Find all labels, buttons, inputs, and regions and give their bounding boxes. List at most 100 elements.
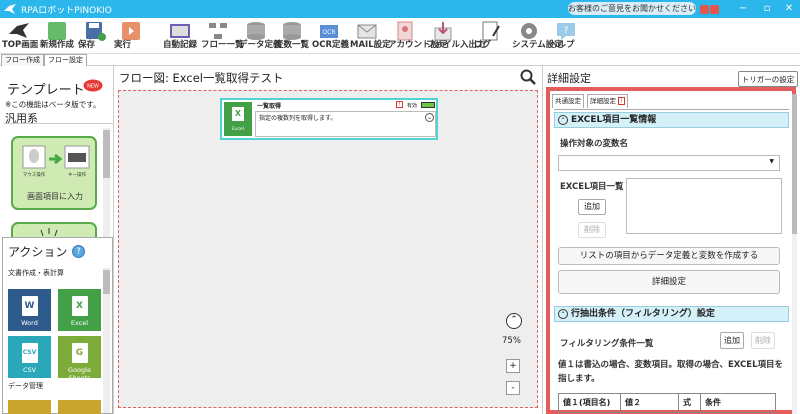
search-icon[interactable] xyxy=(520,69,536,85)
trigger-settings-button[interactable]: トリガーの設定 xyxy=(738,71,798,87)
flow-canvas[interactable]: X Excel 一覧取得 ! 有効 指定の複数列を取得します。 ⌄ ⌃ 75% … xyxy=(118,90,538,408)
action-section-data: データ管理 xyxy=(8,382,43,390)
tab-flow-create[interactable]: フロー作成 xyxy=(1,54,44,66)
excel-icon: X xyxy=(71,296,88,316)
action-tile-excel[interactable]: X Excel xyxy=(58,289,101,331)
action-tile-partial[interactable] xyxy=(8,400,51,414)
app-title: RPAロボットPINOKIO xyxy=(21,6,112,16)
thumbs-icon[interactable] xyxy=(699,2,721,16)
highlight-frame: 共通設定 詳細設定 ! ⌃ EXCEL項目一覧情報 操作対象の変数名 ▼ EXC… xyxy=(546,87,797,414)
section-row-filter[interactable]: ⌃ 行抽出条件（フィルタリング）設定 xyxy=(554,306,789,322)
toolbar-flow-list-button[interactable]: フロー一覧 xyxy=(201,19,244,53)
action-tile-label: Excel xyxy=(70,319,89,327)
toolbar-label: OCR定義 xyxy=(312,40,350,50)
filter-table: 値１(項目名) 値２ 式 条件 xyxy=(558,393,776,413)
toolbar-save-button[interactable]: 保存 xyxy=(78,19,112,53)
detail-settings-button[interactable]: 詳細設定 xyxy=(558,270,780,294)
csv-icon: CSV xyxy=(21,343,38,363)
tab-detail-settings[interactable]: 詳細設定 ! xyxy=(587,94,629,108)
flow-node-excel[interactable]: X Excel 一覧取得 ! 有効 指定の複数列を取得します。 ⌄ xyxy=(220,98,438,140)
toolbar-account-button[interactable]: アカウント設定 xyxy=(388,19,448,53)
warning-icon: ! xyxy=(396,101,403,108)
action-tile-partial[interactable] xyxy=(58,400,101,414)
pinokio-logo-icon xyxy=(4,4,16,14)
zoom-out-button[interactable]: - xyxy=(506,381,520,395)
items-delete-button[interactable]: 削除 xyxy=(578,222,606,238)
toolbar-run-button[interactable]: 実行 xyxy=(114,19,148,53)
toolbar-label: ログ xyxy=(474,40,492,50)
file-io-icon xyxy=(434,22,452,41)
ocr-icon: OCR xyxy=(320,25,338,38)
toolbar-file-io-button[interactable]: ファイル入出力 xyxy=(426,19,486,53)
create-from-list-button[interactable]: リストの項目からデータ定義と変数を作成する xyxy=(558,247,780,265)
table-header: 値２ xyxy=(621,394,679,412)
zoom-level: 75% xyxy=(502,336,521,346)
chevron-up-icon[interactable]: ⌃ xyxy=(558,309,568,319)
beta-note: ※この機能はベータ版です。 xyxy=(5,100,101,109)
toolbar-label: 保存 xyxy=(78,40,96,50)
detail-pane: 詳細設定 トリガーの設定 共通設定 詳細設定 ! ⌃ EXCEL項目一覧情報 操… xyxy=(542,66,800,414)
node-icon-label: Excel xyxy=(232,127,244,132)
help-icon: ? xyxy=(557,23,575,40)
template-card-caption: 画面項目に入力 xyxy=(27,192,83,201)
detail-scrollbar[interactable] xyxy=(792,94,797,414)
svg-text:?: ? xyxy=(564,26,569,36)
toolbar-system-settings-button[interactable]: システム設定 xyxy=(512,19,563,53)
data-definition-icon xyxy=(247,22,265,40)
toolbar-ocr-button[interactable]: OCR OCR定義 xyxy=(312,19,350,53)
tab-common-settings[interactable]: 共通設定 xyxy=(552,94,584,108)
toolbar-variable-list-button[interactable]: 変数一覧 xyxy=(275,19,309,53)
action-tile-google-sheets[interactable]: G Google Sheets xyxy=(58,336,101,382)
template-card-screen-input[interactable]: マウス操作 キー操作 画面項目に入力 xyxy=(11,136,97,210)
toolbar-record-button[interactable]: 自動記録 xyxy=(163,19,197,53)
filter-delete-button[interactable]: 削除 xyxy=(751,332,775,349)
excel-items-label: EXCEL項目一覧 xyxy=(560,182,624,192)
enable-toggle[interactable] xyxy=(421,102,435,108)
chevron-up-icon[interactable]: ⌃ xyxy=(558,115,568,125)
items-add-button[interactable]: 追加 xyxy=(578,199,606,215)
action-tile-csv[interactable]: CSV CSV xyxy=(8,336,51,378)
minimize-button[interactable]: − xyxy=(732,1,754,17)
toolbar-label: TOP画面 xyxy=(2,40,39,50)
account-icon xyxy=(397,21,413,41)
filter-list-label: フィルタリング条件一覧 xyxy=(560,339,654,349)
new-badge-text: NEW xyxy=(87,84,99,90)
toolbar-label: 実行 xyxy=(114,40,132,50)
new-file-icon xyxy=(48,22,66,40)
target-variable-label: 操作対象の変数名 xyxy=(560,139,629,149)
detail-title: 詳細設定 xyxy=(547,72,591,85)
feedback-link[interactable]: お客様のご意見をお聞かせください xyxy=(568,2,696,15)
system-settings-icon xyxy=(521,23,537,39)
run-icon xyxy=(122,22,140,40)
save-icon xyxy=(86,22,106,41)
toolbar-data-definition-button[interactable]: データ定義 xyxy=(239,19,282,53)
table-header: 値１(項目名) xyxy=(559,394,621,412)
svg-text:OCR: OCR xyxy=(322,29,335,36)
zoom-in-button[interactable]: + xyxy=(506,359,520,373)
toolbar-label: フロー一覧 xyxy=(201,40,244,50)
tab-label: 詳細設定 xyxy=(590,97,616,105)
toolbar-new-button[interactable]: 新規作成 xyxy=(40,19,74,53)
tab-flow-settings[interactable]: フロー設定 xyxy=(44,54,87,66)
target-variable-select[interactable]: ▼ xyxy=(558,155,780,171)
mail-icon xyxy=(357,24,377,39)
node-description: 指定の複数列を取得します。 xyxy=(255,111,436,137)
action-tile-word[interactable]: W Word xyxy=(8,289,51,331)
section-excel-items[interactable]: ⌃ EXCEL項目一覧情報 xyxy=(554,112,789,128)
toolbar-label: 新規作成 xyxy=(40,40,75,50)
maximize-button[interactable]: ▫ xyxy=(756,1,778,17)
close-button[interactable]: ✕ xyxy=(778,1,800,17)
filter-add-button[interactable]: 追加 xyxy=(720,332,744,349)
toolbar-help-button[interactable]: ? ヘルプ xyxy=(549,19,583,53)
action-scrollbar[interactable] xyxy=(103,268,110,413)
action-tile-label: Word xyxy=(21,319,38,327)
scroll-up-icon[interactable]: ⌃ xyxy=(506,313,522,329)
google-sheets-icon: G xyxy=(71,343,88,363)
toolbar-top-screen-button[interactable]: TOP画面 xyxy=(2,19,39,53)
toolbar-mail-button[interactable]: MAIL設定 xyxy=(350,19,391,53)
action-help-icon[interactable]: ? xyxy=(72,245,85,258)
chevron-down-icon[interactable]: ⌄ xyxy=(425,113,434,122)
toolbar-log-button[interactable]: ログ xyxy=(474,19,508,53)
filter-note: 値１は書込の場合、変数項目。取得の場合、EXCEL項目を指します。 xyxy=(558,360,784,384)
excel-items-list[interactable] xyxy=(626,178,782,234)
